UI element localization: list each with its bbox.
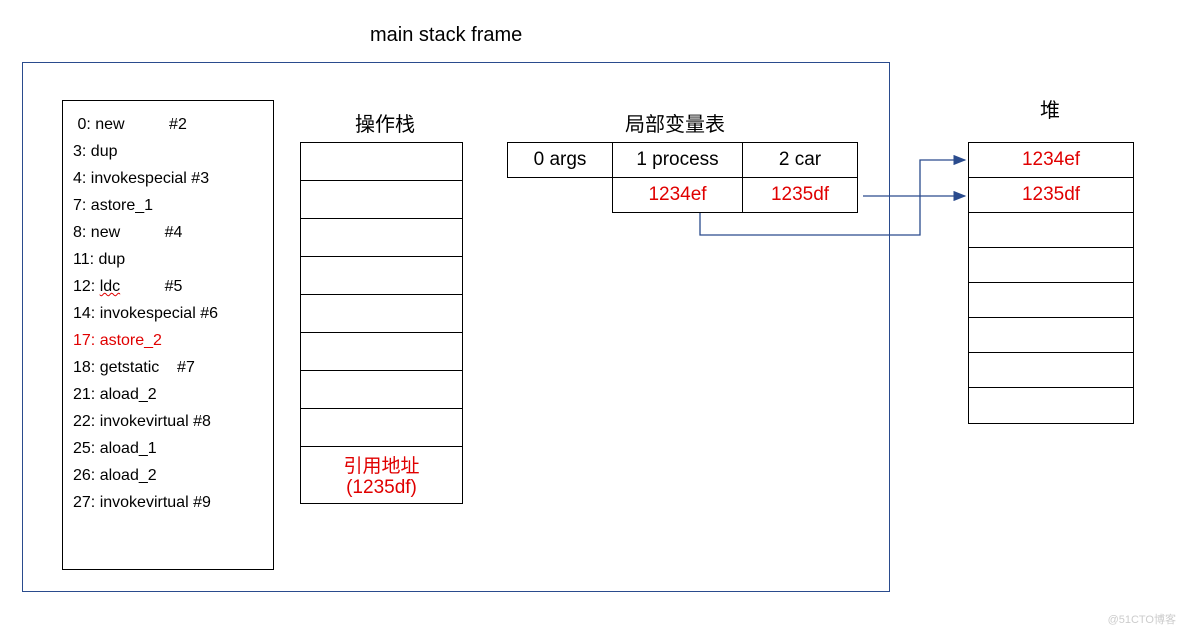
lvt-header: 1 process [613,143,743,178]
bytecode-line: 14: invokespecial #6 [73,300,263,327]
stack-slot [301,333,462,371]
stack-slot [301,371,462,409]
heap-slot [969,353,1133,388]
lvt-cell: 1234ef [613,178,743,213]
bytecode-line: 21: aload_2 [73,381,263,408]
bytecode-line-current: 17: astore_2 [73,327,263,354]
operand-stack-title: 操作栈 [355,108,415,137]
heap-slot [969,248,1133,283]
bytecode-line: 11: dup [73,246,263,273]
stack-slot [301,409,462,447]
local-var-table: 0 args 1 process 2 car 1234ef 1235df [507,142,858,213]
main-title: main stack frame [370,24,522,47]
watermark: @51CTO博客 [1108,611,1176,627]
lvt-cell [508,178,613,213]
bytecode-line: 27: invokevirtual #9 [73,489,263,516]
heap-slot [969,388,1133,423]
heap-title: 堆 [1040,94,1060,123]
bytecode-list: 0: new #2 3: dup 4: invokespecial #3 7: … [62,100,274,570]
heap-box: 1234ef 1235df [968,142,1134,424]
heap-slot [969,283,1133,318]
bytecode-line: 7: astore_1 [73,192,263,219]
stack-slot [301,181,462,219]
operand-stack: 引用地址 (1235df) [300,142,463,504]
stack-slot [301,219,462,257]
stack-slot [301,295,462,333]
local-var-table-title: 局部变量表 [625,108,725,137]
bytecode-line: 4: invokespecial #3 [73,165,263,192]
bytecode-line: 25: aload_1 [73,435,263,462]
bytecode-line: 8: new #4 [73,219,263,246]
bytecode-line: 12: ldc #5 [73,273,263,300]
bytecode-line: 18: getstatic #7 [73,354,263,381]
stack-slot [301,143,462,181]
bytecode-line: 0: new #2 [73,111,263,138]
lvt-header: 0 args [508,143,613,178]
bytecode-line: 22: invokevirtual #8 [73,408,263,435]
heap-slot: 1235df [969,178,1133,213]
lvt-cell: 1235df [743,178,858,213]
heap-slot [969,318,1133,353]
lvt-header: 2 car [743,143,858,178]
stack-slot [301,257,462,295]
heap-slot [969,213,1133,248]
heap-slot: 1234ef [969,143,1133,178]
bytecode-line: 26: aload_2 [73,462,263,489]
bytecode-line: 3: dup [73,138,263,165]
stack-slot-top: 引用地址 (1235df) [301,447,462,503]
